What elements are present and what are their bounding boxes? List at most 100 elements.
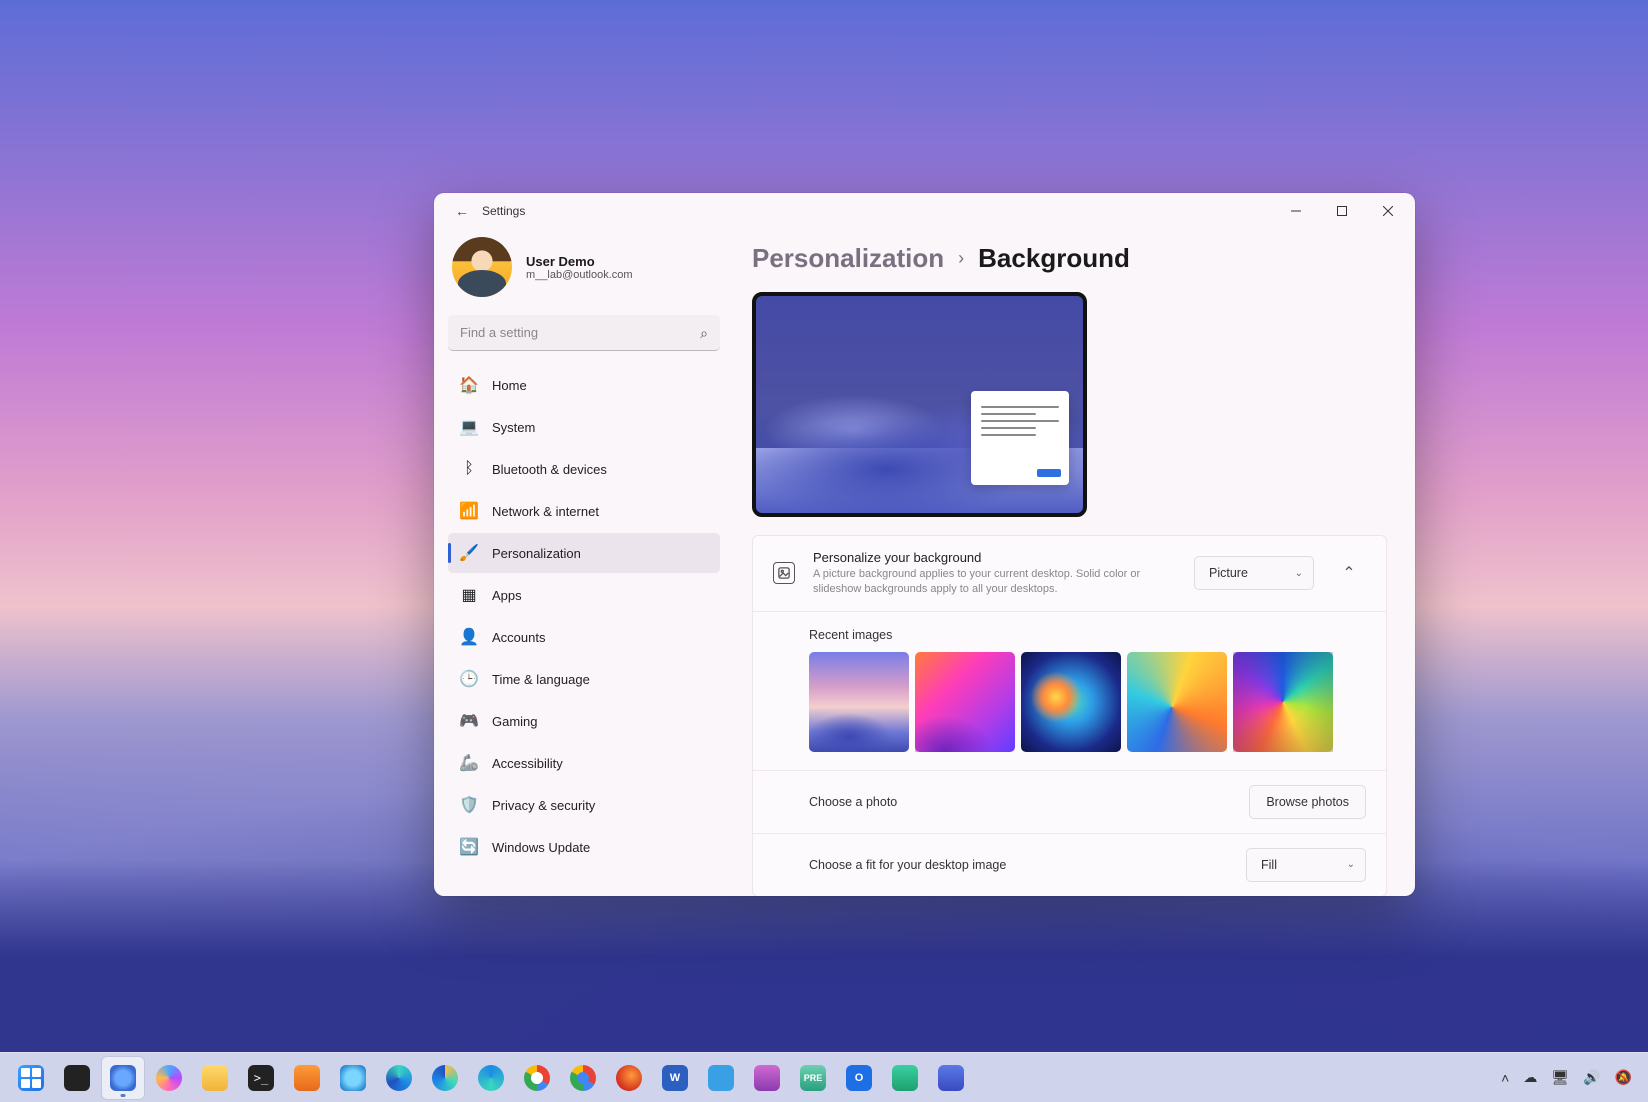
chevron-down-icon: ⌄	[1347, 859, 1355, 870]
nav-icon: 🕒	[460, 670, 478, 688]
volume-icon[interactable]: 🔊	[1583, 1069, 1600, 1086]
close-button[interactable]	[1365, 193, 1411, 229]
sidebar-item-label: Windows Update	[492, 840, 590, 855]
notifications-icon[interactable]: 🔕	[1615, 1069, 1632, 1086]
recent-images-row	[809, 652, 1366, 752]
recent-image-4[interactable]	[1127, 652, 1227, 752]
nav-icon: 🔄	[460, 838, 478, 856]
recent-image-3[interactable]	[1021, 652, 1121, 752]
taskbar-start-icon[interactable]	[10, 1057, 52, 1099]
nav-icon: ᛒ	[460, 460, 478, 478]
main-content: Personalization › Background	[734, 229, 1415, 896]
taskbar-visual-studio-icon[interactable]	[930, 1057, 972, 1099]
taskbar-preview-icon[interactable]: PRE	[792, 1057, 834, 1099]
recent-image-2[interactable]	[915, 652, 1015, 752]
taskbar-edge-beta-icon[interactable]	[424, 1057, 466, 1099]
nav-icon: 👤	[460, 628, 478, 646]
background-type-dropdown[interactable]: Picture ⌄	[1194, 556, 1314, 590]
choose-fit-label: Choose a fit for your desktop image	[809, 858, 1006, 872]
profile-email: m__lab@outlook.com	[526, 269, 633, 281]
sidebar-item-label: Gaming	[492, 714, 538, 729]
taskbar-firefox-icon[interactable]	[608, 1057, 650, 1099]
sidebar-item-label: Accessibility	[492, 756, 563, 771]
taskbar-file-explorer-icon[interactable]	[194, 1057, 236, 1099]
nav-icon: ▦	[460, 586, 478, 604]
sidebar-item-system[interactable]: 💻 System	[448, 407, 720, 447]
collapse-toggle[interactable]: ⌃	[1332, 556, 1366, 590]
sidebar-item-gaming[interactable]: 🎮 Gaming	[448, 701, 720, 741]
fit-dropdown[interactable]: Fill ⌄	[1246, 848, 1366, 882]
choose-photo-label: Choose a photo	[809, 795, 897, 809]
nav-icon: 📶	[460, 502, 478, 520]
personalize-card: Personalize your background A picture ba…	[752, 535, 1387, 896]
nav-icon: 🏠	[460, 376, 478, 394]
recent-image-5[interactable]	[1233, 652, 1333, 752]
sidebar-item-network-internet[interactable]: 📶 Network & internet	[448, 491, 720, 531]
tray-overflow-chevron-icon[interactable]: ˄	[1501, 1070, 1509, 1086]
taskbar-windows-app-icon[interactable]	[884, 1057, 926, 1099]
sidebar-item-label: Personalization	[492, 546, 581, 561]
sidebar-item-label: Privacy & security	[492, 798, 595, 813]
search-icon: ⌕	[700, 325, 708, 342]
minimize-button[interactable]	[1273, 193, 1319, 229]
breadcrumb-current: Background	[978, 243, 1130, 274]
taskbar-snipping-tool-icon[interactable]	[286, 1057, 328, 1099]
sidebar-item-apps[interactable]: ▦ Apps	[448, 575, 720, 615]
taskbar-word-icon[interactable]: W	[654, 1057, 696, 1099]
sidebar-item-label: System	[492, 420, 535, 435]
profile-block[interactable]: User Demo m__lab@outlook.com	[448, 229, 720, 315]
taskbar-terminal-icon[interactable]: >_	[240, 1057, 282, 1099]
nav-icon: 💻	[460, 418, 478, 436]
taskbar-settings-icon[interactable]	[102, 1057, 144, 1099]
taskbar-outlook-icon[interactable]: O	[838, 1057, 880, 1099]
sidebar-item-label: Accounts	[492, 630, 545, 645]
nav-icon: 🎮	[460, 712, 478, 730]
sidebar-item-label: Network & internet	[492, 504, 599, 519]
personalize-title: Personalize your background	[813, 550, 1176, 565]
taskbar-task-view-icon[interactable]	[56, 1057, 98, 1099]
titlebar[interactable]: ← Settings	[434, 193, 1415, 229]
sidebar: User Demo m__lab@outlook.com ⌕ 🏠 Home 💻 Sys…	[434, 229, 734, 896]
personalize-desc: A picture background applies to your cur…	[813, 567, 1176, 597]
sidebar-item-label: Apps	[492, 588, 522, 603]
taskbar-chrome-canary-icon[interactable]	[562, 1057, 604, 1099]
search-box: ⌕	[448, 315, 720, 351]
preview-window-card	[971, 391, 1069, 485]
sidebar-item-bluetooth-devices[interactable]: ᛒ Bluetooth & devices	[448, 449, 720, 489]
taskbar-process-monitor-icon[interactable]	[700, 1057, 742, 1099]
taskbar-maps-icon[interactable]	[332, 1057, 374, 1099]
nav-icon: 🦾	[460, 754, 478, 772]
taskbar-edge-dev-icon[interactable]	[470, 1057, 512, 1099]
sidebar-item-accessibility[interactable]: 🦾 Accessibility	[448, 743, 720, 783]
taskbar-edge-icon[interactable]	[378, 1057, 420, 1099]
maximize-button[interactable]	[1319, 193, 1365, 229]
sidebar-item-windows-update[interactable]: 🔄 Windows Update	[448, 827, 720, 867]
display-tray-icon[interactable]: 🖥	[1551, 1069, 1569, 1086]
sidebar-item-label: Time & language	[492, 672, 590, 687]
search-input[interactable]	[448, 315, 720, 351]
taskbar-copilot-icon[interactable]	[148, 1057, 190, 1099]
nav-icon: 🖌️	[460, 544, 478, 562]
sidebar-item-time-language[interactable]: 🕒 Time & language	[448, 659, 720, 699]
breadcrumb-parent[interactable]: Personalization	[752, 243, 944, 274]
sidebar-item-personalization[interactable]: 🖌️ Personalization	[448, 533, 720, 573]
sidebar-item-privacy-security[interactable]: 🛡️ Privacy & security	[448, 785, 720, 825]
settings-window: ← Settings User Demo m__lab@outlook.com	[434, 193, 1415, 896]
avatar	[452, 237, 512, 297]
window-title: Settings	[482, 204, 525, 218]
back-button[interactable]: ←	[448, 203, 476, 219]
recent-image-1[interactable]	[809, 652, 909, 752]
nav-icon: 🛡️	[460, 796, 478, 814]
sidebar-item-label: Bluetooth & devices	[492, 462, 607, 477]
sidebar-item-label: Home	[492, 378, 527, 393]
taskbar-home-app-icon[interactable]	[746, 1057, 788, 1099]
sidebar-item-home[interactable]: 🏠 Home	[448, 365, 720, 405]
nav-list: 🏠 Home 💻 System ᛒ Bluetooth & devices 📶 Network…	[448, 365, 720, 867]
breadcrumb: Personalization › Background	[752, 243, 1387, 274]
onedrive-icon[interactable]: ☁	[1523, 1069, 1537, 1086]
sidebar-item-accounts[interactable]: 👤 Accounts	[448, 617, 720, 657]
taskbar-chrome-icon[interactable]	[516, 1057, 558, 1099]
profile-name: User Demo	[526, 254, 633, 269]
desktop-preview	[752, 292, 1087, 517]
browse-photos-button[interactable]: Browse photos	[1249, 785, 1366, 819]
